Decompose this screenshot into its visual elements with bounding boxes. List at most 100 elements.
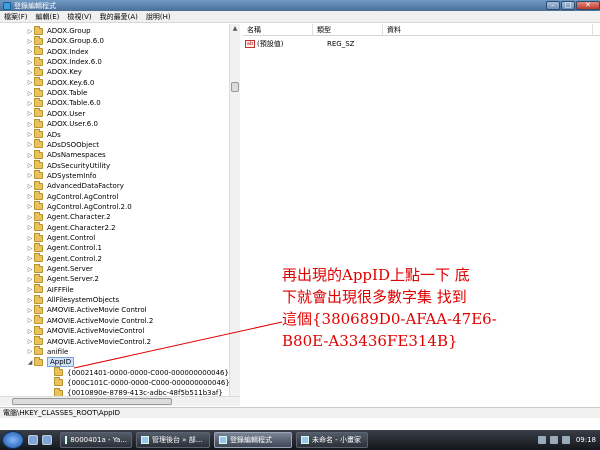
tree-key-item[interactable]: ▷ ADOX.Index [26,46,89,57]
expand-arrow-icon[interactable]: ▷ [26,266,34,273]
expand-arrow-icon[interactable]: ▷ [26,214,34,221]
expand-arrow-icon[interactable]: ▷ [26,48,34,55]
language-icon[interactable] [537,436,546,444]
tree-item-label: anifile [47,347,69,356]
menu-help[interactable]: 說明(H) [146,12,171,22]
tree-key-item[interactable]: ▷ ADOX.Table [26,87,87,98]
expand-arrow-icon[interactable]: ▷ [26,276,34,283]
tree-key-item[interactable]: ▷ Agent.Control [26,232,95,243]
taskbar-button[interactable]: 未命名 - 小畫家 [296,432,368,448]
expand-arrow-icon[interactable]: ▷ [26,172,34,179]
expand-arrow-icon[interactable]: ▷ [26,131,34,138]
tree-key-item[interactable]: ▷ ADOX.User.6.0 [26,118,98,129]
tree-horizontal-scrollbar[interactable] [0,396,240,406]
tree-key-item[interactable]: ▷ AMOVIE.ActiveMovie Control.2 [26,315,153,326]
expand-arrow-icon[interactable]: ▷ [26,338,34,345]
menu-file[interactable]: 檔案(F) [4,12,28,22]
tree-key-item[interactable]: ▷ ADOX.Group.6.0 [26,35,104,46]
expand-arrow-icon[interactable]: ▷ [26,110,34,117]
tree-key-item[interactable]: ▷ AgControl.AgControl [26,191,118,202]
tree-key-item[interactable]: ▷ Agent.Control.2 [26,253,102,264]
expand-arrow-icon[interactable]: ▷ [26,297,34,304]
expand-arrow-icon[interactable]: ▷ [26,224,34,231]
tree-item-label: AllFilesystemObjects [47,296,120,305]
taskbar-button[interactable]: 8000401a - Ya... [60,432,132,448]
expand-arrow-icon[interactable]: ▷ [26,183,34,190]
expand-arrow-icon[interactable]: ▷ [26,245,34,252]
expand-arrow-icon[interactable]: ▷ [26,255,34,262]
tree-key-item[interactable]: ▷ ADOX.Table.6.0 [26,97,101,108]
tree-key-item[interactable]: ▷ ADsDSOObject [26,139,99,150]
column-name[interactable]: 名稱 [243,24,313,35]
tree-key-item[interactable]: ▷ ADOX.Key.6.0 [26,77,94,88]
tree-key-item[interactable]: ▷ AgControl.AgControl.2.0 [26,201,132,212]
tree-key-item[interactable]: ▷ AMOVIE.ActiveMovieControl [26,325,144,336]
registry-tree[interactable]: ▷ ADOX.Group ▷ ADOX.Group.6.0 ▷ ADOX.Index ▷ AD… [0,24,240,404]
expand-arrow-icon[interactable]: ▷ [26,100,34,107]
network-icon[interactable] [549,436,558,444]
maximize-button[interactable]: □ [561,0,575,10]
expand-arrow-icon[interactable]: ▷ [26,141,34,148]
tree-key-item[interactable]: ▷ Agent.Character.2 [26,211,111,222]
expand-arrow-icon[interactable]: ▷ [26,162,34,169]
tree-key-item[interactable]: ▷ Agent.Control.1 [26,242,102,253]
volume-icon[interactable] [561,436,570,444]
expand-arrow-icon[interactable]: ▷ [26,203,34,210]
expand-arrow-icon[interactable]: ▷ [26,307,34,314]
expand-arrow-icon[interactable]: ▷ [26,59,34,66]
expand-arrow-icon[interactable]: ▷ [26,348,34,355]
expand-arrow-icon[interactable]: ▷ [26,90,34,97]
tree-key-item[interactable]: ▷ AMOVIE.ActiveMovie Control [26,304,147,315]
tree-key-item[interactable]: ▷ anifile [26,346,69,357]
taskbar-button[interactable]: 登錄編輯程式 [214,432,292,448]
column-data[interactable]: 資料 [383,24,593,35]
menu-edit[interactable]: 編輯(E) [36,12,60,22]
close-button[interactable]: ✕ [576,0,600,10]
tree-key-item[interactable]: ▷ ADOX.User [26,108,85,119]
tree-key-item[interactable]: ▷ ADOX.Key [26,66,82,77]
menu-favorites[interactable]: 我的最愛(A) [100,12,138,22]
tree-vertical-scrollbar[interactable]: ▲ ▼ [229,24,240,404]
start-button[interactable] [2,431,24,449]
tree-subkey-item[interactable]: {00021401-0000-0000-C000-000000000046} [46,367,229,378]
expand-arrow-icon[interactable]: ▷ [26,121,34,128]
expand-arrow-icon[interactable]: ▷ [26,286,34,293]
tree-key-item[interactable]: ▷ Agent.Character2.2 [26,222,116,233]
expand-arrow-icon[interactable]: ▷ [26,317,34,324]
tree-key-item[interactable]: ▷ AIFFFile [26,284,74,295]
quicklaunch-desktop-icon[interactable] [28,435,38,445]
hscroll-thumb[interactable] [12,398,172,405]
tree-item-label: Agent.Character.2 [47,213,111,222]
minimize-button[interactable]: – [546,0,560,10]
column-type[interactable]: 類型 [313,24,383,35]
expand-arrow-icon[interactable]: ▷ [26,28,34,35]
expand-arrow-icon[interactable]: ▷ [26,69,34,76]
tree-key-item[interactable]: ▷ ADsSecurityUtility [26,160,110,171]
tree-key-item[interactable]: ▷ ADs [26,129,61,140]
scroll-up-icon[interactable]: ▲ [230,24,240,34]
expand-arrow-icon[interactable]: ▷ [26,79,34,86]
expand-arrow-icon[interactable]: ▷ [26,152,34,159]
tree-key-item[interactable]: ▷ ADSystemInfo [26,170,97,181]
tree-key-item[interactable]: ▷ AdvancedDataFactory [26,180,124,191]
taskbar-button[interactable]: 管理後台 » 部... [136,432,210,448]
clock[interactable]: 09:18 [576,436,596,444]
expand-arrow-icon[interactable]: ◢ [26,359,34,366]
tree-key-item[interactable]: ▷ ADOX.Index.6.0 [26,56,102,67]
expand-arrow-icon[interactable]: ▷ [26,328,34,335]
tree-key-item[interactable]: ▷ Agent.Server.2 [26,273,99,284]
expand-arrow-icon[interactable]: ▷ [26,38,34,45]
tree-subkey-item[interactable]: {000C101C-0000-0000-C000-000000000046} [46,377,230,388]
tree-key-item[interactable]: ▷ ADsNamespaces [26,149,106,160]
tree-key-item[interactable]: ▷ AMOVIE.ActiveMovieControl.2 [26,336,151,347]
tree-key-item[interactable]: ▷ ADOX.Group [26,25,91,36]
quicklaunch-browser-icon[interactable] [42,435,52,445]
value-row[interactable]: ab (預設值) REG_SZ [243,38,385,49]
tree-key-item[interactable]: ◢ AppID [26,356,75,368]
expand-arrow-icon[interactable]: ▷ [26,235,34,242]
menu-view[interactable]: 檢視(V) [67,12,91,22]
tree-key-item[interactable]: ▷ AllFilesystemObjects [26,294,120,305]
tree-key-item[interactable]: ▷ Agent.Server [26,263,93,274]
scroll-thumb[interactable] [231,82,239,92]
expand-arrow-icon[interactable]: ▷ [26,193,34,200]
